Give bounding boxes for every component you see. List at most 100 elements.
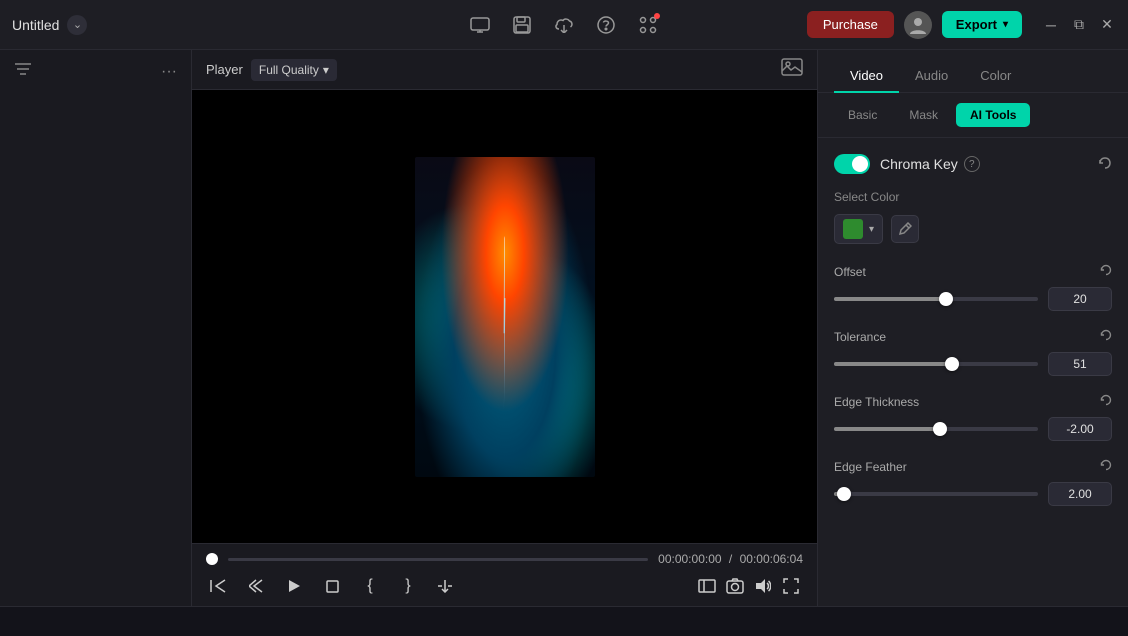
titlebar-right: Purchase Export ▾ ─ ⧉ ✕ (807, 11, 1116, 39)
edge-feather-header: Edge Feather (834, 459, 1112, 474)
edge-thickness-thumb[interactable] (933, 422, 947, 436)
tolerance-slider[interactable] (834, 362, 1038, 366)
insert-button[interactable] (434, 574, 458, 598)
time-current: 00:00:00:00 (658, 552, 721, 566)
video-thumbnail (415, 157, 595, 477)
chroma-reset-icon[interactable] (1098, 156, 1112, 173)
title-chevron-icon[interactable]: ⌄ (67, 15, 87, 35)
tab-audio[interactable]: Audio (899, 60, 964, 93)
cloud-icon[interactable] (552, 13, 576, 37)
sub-tab-ai-tools[interactable]: AI Tools (956, 103, 1030, 127)
titlebar: Untitled ⌄ (0, 0, 1128, 50)
offset-label: Offset (834, 265, 866, 279)
image-export-icon[interactable] (781, 58, 803, 81)
panel-tabs: Video Audio Color (818, 50, 1128, 93)
edge-thickness-header: Edge Thickness (834, 394, 1112, 409)
window-controls: ─ ⧉ ✕ (1042, 16, 1116, 34)
export-button[interactable]: Export ▾ (942, 11, 1022, 38)
frame-back-button[interactable] (244, 574, 268, 598)
mark-out-button[interactable]: } (396, 574, 420, 598)
offset-input[interactable]: 20 (1048, 287, 1112, 311)
tolerance-input[interactable]: 51 (1048, 352, 1112, 376)
snapshot-button[interactable] (723, 574, 747, 598)
minimize-button[interactable]: ─ (1042, 16, 1060, 34)
edge-thickness-label: Edge Thickness (834, 395, 919, 409)
player-label: Player (206, 62, 243, 77)
video-viewport (192, 90, 817, 543)
avatar[interactable] (904, 11, 932, 39)
main-content: ··· Player Full Quality ▾ (0, 50, 1128, 606)
chroma-key-row: Chroma Key ? (834, 154, 1112, 174)
offset-section: Offset 20 (834, 264, 1112, 311)
tolerance-header: Tolerance (834, 329, 1112, 344)
edge-feather-input[interactable]: 2.00 (1048, 482, 1112, 506)
offset-reset-icon[interactable] (1100, 264, 1112, 279)
player-area: Player Full Quality ▾ (192, 50, 818, 606)
tolerance-thumb[interactable] (945, 357, 959, 371)
edge-thickness-input[interactable]: -2.00 (1048, 417, 1112, 441)
skip-back-button[interactable] (206, 574, 230, 598)
toggle-knob (852, 156, 868, 172)
audio-button[interactable] (751, 574, 775, 598)
color-select-row: ▾ (834, 214, 1112, 244)
color-dropdown-chevron-icon: ▾ (869, 224, 874, 235)
playhead[interactable] (206, 553, 218, 565)
offset-fill (834, 297, 946, 301)
color-dropdown[interactable]: ▾ (834, 214, 883, 244)
select-color-label: Select Color (834, 190, 1112, 204)
tab-video[interactable]: Video (834, 60, 899, 93)
chroma-help-icon[interactable]: ? (964, 156, 980, 172)
tolerance-reset-icon[interactable] (1100, 329, 1112, 344)
edge-feather-reset-icon[interactable] (1100, 459, 1112, 474)
filter-icon[interactable] (14, 62, 32, 81)
tolerance-controls: 51 (834, 352, 1112, 376)
sub-tab-basic[interactable]: Basic (834, 103, 891, 127)
eyedropper-button[interactable] (891, 215, 919, 243)
bottom-bar (0, 606, 1128, 636)
tolerance-section: Tolerance 51 (834, 329, 1112, 376)
color-swatch (843, 219, 863, 239)
player-topbar: Player Full Quality ▾ (192, 50, 817, 90)
more-options-icon[interactable]: ··· (161, 63, 177, 81)
edge-feather-thumb[interactable] (837, 487, 851, 501)
offset-thumb[interactable] (939, 292, 953, 306)
edge-thickness-slider[interactable] (834, 427, 1038, 431)
mark-in-button[interactable]: { (358, 574, 382, 598)
maximize-button[interactable]: ⧉ (1070, 16, 1088, 34)
titlebar-left: Untitled ⌄ (12, 15, 807, 35)
play-button[interactable] (282, 574, 306, 598)
fullscreen-preview-button[interactable] (695, 574, 719, 598)
player-controls: 00:00:00:00 / 00:00:06:04 (192, 543, 817, 606)
edge-feather-section: Edge Feather 2.00 (834, 459, 1112, 506)
controls-row: { } (206, 574, 803, 598)
edge-thickness-reset-icon[interactable] (1100, 394, 1112, 409)
sidebar-toolbar: ··· (0, 50, 191, 93)
edge-thickness-fill (834, 427, 940, 431)
apps-icon[interactable] (636, 13, 660, 37)
purchase-button[interactable]: Purchase (807, 11, 894, 38)
tab-color[interactable]: Color (964, 60, 1027, 93)
chroma-key-toggle[interactable] (834, 154, 870, 174)
progress-row: 00:00:00:00 / 00:00:06:04 (206, 552, 803, 566)
stop-button[interactable] (320, 574, 344, 598)
offset-slider[interactable] (834, 297, 1038, 301)
close-button[interactable]: ✕ (1098, 16, 1116, 34)
time-total: 00:00:06:04 (740, 552, 803, 566)
time-separator: / (729, 552, 732, 566)
left-sidebar: ··· (0, 50, 192, 606)
export-chevron-icon: ▾ (1003, 19, 1008, 30)
save-icon[interactable] (510, 13, 534, 37)
edge-feather-controls: 2.00 (834, 482, 1112, 506)
offset-controls: 20 (834, 287, 1112, 311)
right-panel: Video Audio Color Basic Mask AI Tools Ch… (818, 50, 1128, 606)
edge-feather-slider[interactable] (834, 492, 1038, 496)
quality-chevron-icon: ▾ (323, 63, 329, 77)
monitor-icon[interactable] (468, 13, 492, 37)
fit-screen-button[interactable] (779, 574, 803, 598)
edge-thickness-controls: -2.00 (834, 417, 1112, 441)
sub-tab-mask[interactable]: Mask (895, 103, 952, 127)
help-icon[interactable] (594, 13, 618, 37)
quality-dropdown[interactable]: Full Quality ▾ (251, 59, 337, 81)
offset-header: Offset (834, 264, 1112, 279)
progress-track[interactable] (228, 558, 648, 561)
